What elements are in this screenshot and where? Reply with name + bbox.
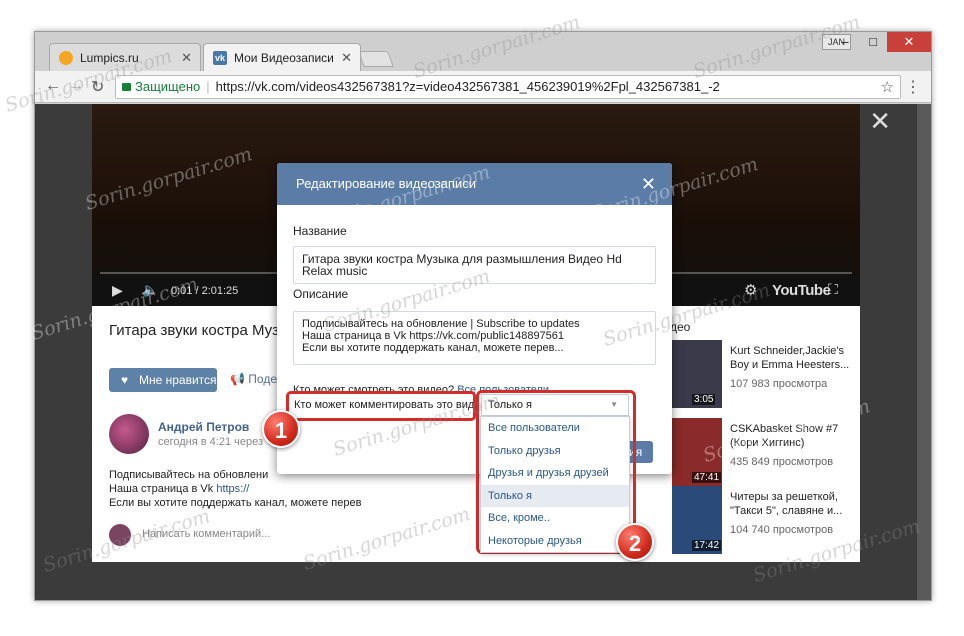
- related-views: 104 740 просмотров: [730, 524, 834, 536]
- comment-privacy-label-highlight: Кто может комментировать это видео?: [286, 391, 476, 421]
- tab-title: Мои Видеозаписи: [234, 51, 334, 65]
- step-badge-2: 2: [616, 523, 654, 561]
- video-description-textarea[interactable]: Подписывайтесь на обновление | Subscribe…: [293, 311, 656, 365]
- dialog-header: Редактирование видеозаписи ✕: [277, 163, 672, 205]
- description-label: Описание: [293, 287, 349, 301]
- window-controls: – □ ✕: [831, 32, 931, 52]
- close-tab-icon[interactable]: ✕: [341, 50, 352, 66]
- related-title[interactable]: CSKAbasket Show #7 (Кори Хиггинс): [730, 422, 860, 450]
- settings-gear-icon[interactable]: ⚙: [744, 281, 757, 299]
- volume-icon[interactable]: 🔈: [142, 282, 158, 298]
- related-header: део: [670, 320, 691, 334]
- close-tab-icon[interactable]: ✕: [181, 50, 192, 66]
- browser-toolbar: ← → ↻ Защищено | https://vk.com/videos4325…: [35, 71, 931, 103]
- comment-privacy-select[interactable]: Только я ▼: [481, 394, 629, 416]
- tab-title: Lumpics.ru: [80, 51, 139, 65]
- browser-menu-icon[interactable]: ⋮: [905, 77, 921, 97]
- tab-lumpics[interactable]: Lumpics.ru ✕: [49, 43, 201, 71]
- related-title[interactable]: Читеры за решеткой, "Такси 5", славяне и…: [730, 490, 860, 518]
- close-window-button[interactable]: ✕: [887, 32, 931, 52]
- bookmark-star-icon[interactable]: ☆: [881, 77, 894, 98]
- related-video[interactable]: 17:42 Читеры за решеткой, "Такси 5", сла…: [672, 486, 852, 554]
- fullscreen-icon[interactable]: ⛶: [828, 281, 838, 298]
- option-all-except[interactable]: Все, кроме..: [481, 507, 629, 530]
- address-bar[interactable]: Защищено | https://vk.com/videos432567381?…: [115, 75, 901, 99]
- video-description: Подписывайтесь на обновлени Наша страниц…: [109, 469, 362, 509]
- url-text: https://vk.com/videos432567381?z=video43…: [215, 79, 720, 94]
- new-tab-button[interactable]: [358, 51, 394, 67]
- share-button[interactable]: 📢 Подел: [230, 372, 284, 386]
- comment-privacy-label: Кто может комментировать это видео?: [294, 399, 476, 411]
- youtube-logo[interactable]: YouTube: [772, 282, 831, 299]
- selected-value: Только я: [488, 399, 532, 411]
- video-duration: 17:42: [692, 540, 722, 551]
- option-some-friends[interactable]: Некоторые друзья: [481, 530, 629, 553]
- name-label: Название: [293, 224, 347, 238]
- option-all-users[interactable]: Все пользователи: [481, 417, 629, 440]
- forward-arrow-icon[interactable]: →: [68, 77, 84, 95]
- lock-icon: [122, 83, 131, 91]
- secure-label: Защищено: [135, 79, 201, 94]
- reload-icon[interactable]: ↻: [91, 77, 104, 97]
- description-link[interactable]: https://: [216, 483, 249, 495]
- step-badge-1: 1: [262, 410, 300, 448]
- page-scrollbar[interactable]: [917, 104, 931, 600]
- minimize-button[interactable]: –: [831, 32, 859, 52]
- post-date: сегодня в 4:21 через Yo: [158, 436, 279, 448]
- like-button[interactable]: ♥ Мне нравится: [109, 368, 217, 392]
- related-video[interactable]: 47:41 CSKAbasket Show #7 (Кори Хиггинс) …: [672, 418, 852, 486]
- maximize-button[interactable]: □: [859, 32, 887, 52]
- close-video-icon[interactable]: ✕: [869, 106, 891, 137]
- lumpics-favicon-icon: [59, 51, 73, 65]
- chevron-down-icon: ▼: [610, 400, 618, 409]
- privacy-dropdown-list: Все пользователи Только друзья Друзья и …: [480, 416, 630, 553]
- title-bar: Lumpics.ru ✕ vk Мои Видеозаписи ✕ JAN – …: [35, 32, 931, 71]
- close-dialog-icon[interactable]: ✕: [641, 163, 656, 205]
- comment-input[interactable]: Написать комментарий...: [142, 528, 270, 540]
- dialog-title: Редактирование видеозаписи: [296, 176, 476, 191]
- author-avatar[interactable]: [109, 414, 149, 454]
- vk-favicon-icon: vk: [213, 51, 227, 65]
- option-friends-of-friends[interactable]: Друзья и друзья друзей: [481, 462, 629, 485]
- option-only-me[interactable]: Только я: [481, 484, 629, 507]
- video-name-input[interactable]: Гитара звуки костра Музыка для размышлен…: [293, 246, 656, 284]
- back-arrow-icon[interactable]: ←: [45, 77, 61, 95]
- tab-videos[interactable]: vk Мои Видеозаписи ✕: [203, 43, 361, 71]
- video-duration: 3:05: [692, 394, 716, 405]
- author-name[interactable]: Андрей Петров: [158, 420, 249, 434]
- like-label: Мне нравится: [139, 373, 217, 387]
- related-views: 107 983 просмотра: [730, 378, 828, 390]
- time-display: 0:01 / 2:01:25: [171, 285, 239, 297]
- video-duration: 47:41: [692, 472, 722, 483]
- commenter-avatar: [109, 524, 131, 546]
- related-title[interactable]: Kurt Schneider,Jackie's Boy и Emma Heest…: [730, 344, 860, 372]
- heart-icon: ♥: [121, 373, 129, 387]
- play-icon[interactable]: ▶: [112, 282, 123, 299]
- related-video[interactable]: 3:05 Kurt Schneider,Jackie's Boy и Emma …: [672, 340, 852, 408]
- option-friends-only[interactable]: Только друзья: [481, 440, 629, 463]
- related-views: 435 849 просмотров: [730, 456, 834, 468]
